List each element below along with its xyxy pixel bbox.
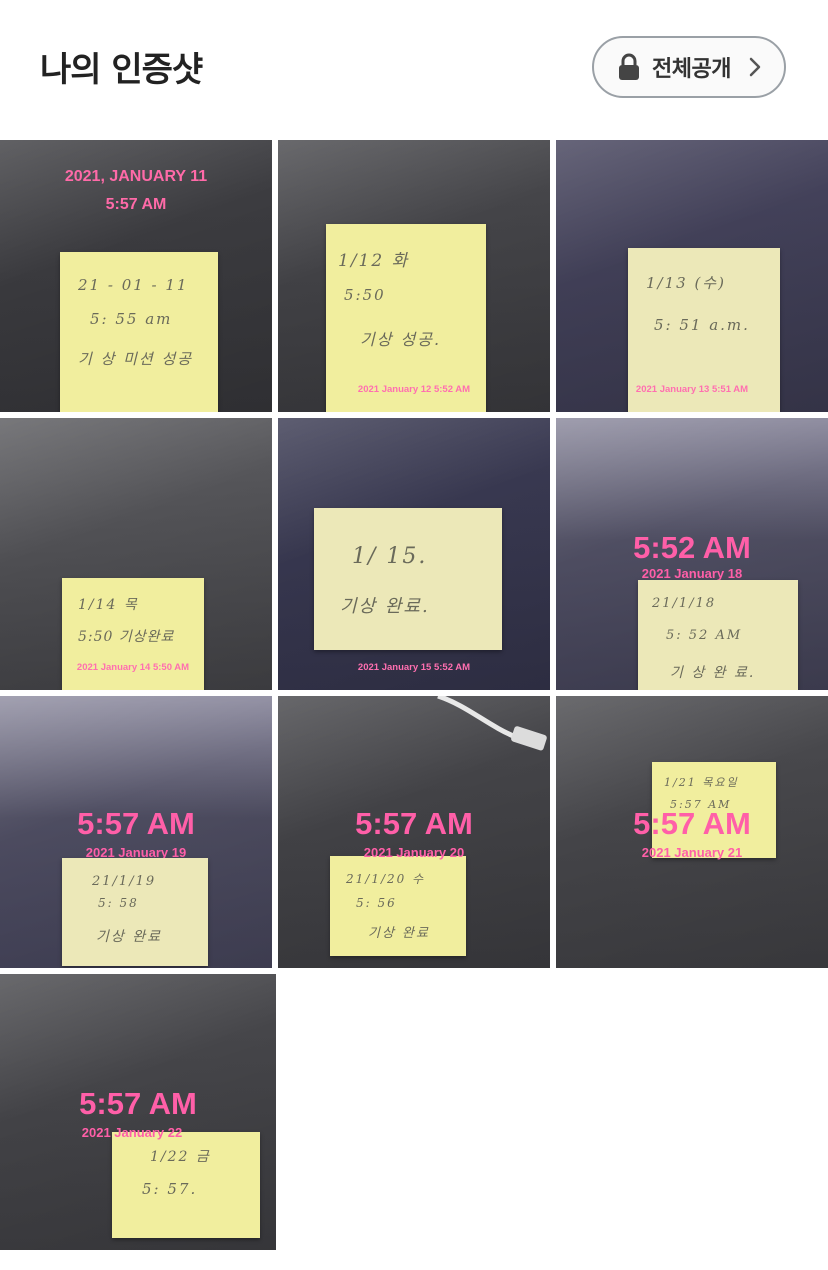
note-line: 21/1/18 bbox=[652, 596, 717, 611]
photo-stamp-date: 2021 January 22 bbox=[81, 1125, 183, 1140]
note-line: 기 상 미션 성공 bbox=[78, 350, 194, 368]
note-line: 21 - 01 - 11 bbox=[78, 276, 189, 294]
note-line: 기상 완료 bbox=[368, 926, 430, 941]
photo-tile[interactable]: 1/14 목 5:50 기상완료 2021 January 14 5:50 AM bbox=[0, 418, 272, 690]
photo-tile[interactable]: 1/13 (수) 5: 51 a.m. 2021 January 13 5:51… bbox=[556, 140, 828, 412]
visibility-label: 전체공개 bbox=[652, 57, 731, 82]
photo-stamp-time: 5:57 AM bbox=[77, 806, 195, 841]
cable-image bbox=[437, 696, 547, 751]
note-line: 1/14 목 bbox=[78, 597, 139, 613]
note-line: 1/13 (수) bbox=[646, 274, 726, 292]
photo-tile[interactable]: 5:52 AM 2021 January 18 21/1/18 5: 52 AM… bbox=[556, 418, 828, 690]
photo-stamp: 2021 January 14 5:50 AM bbox=[76, 662, 190, 673]
note-line: 1/22 금 bbox=[150, 1149, 211, 1165]
note-line: 1/21 목요일 bbox=[664, 776, 739, 789]
sticky-note: 21/1/20 수 5: 56 기상 완료 bbox=[330, 856, 466, 956]
note-line: 5: 52 AM bbox=[666, 628, 743, 643]
photo-stamp-date: 2021 January 20 bbox=[363, 845, 465, 860]
note-line: 기상 완료. bbox=[340, 596, 430, 617]
note-line: 5:50 bbox=[344, 286, 386, 304]
visibility-button[interactable]: 전체공개 bbox=[592, 36, 786, 98]
photo-stamp-time: 5:57 AM bbox=[79, 1086, 197, 1121]
note-line: 21/1/20 수 bbox=[346, 872, 426, 886]
photo-stamp: 2021 January 15 5:52 AM bbox=[357, 662, 471, 673]
note-line: 5:50 기상완료 bbox=[78, 629, 175, 645]
photo-tile[interactable]: 5:57 AM 21/1/20 수 5: 56 기상 완료 2021 Janua… bbox=[278, 696, 550, 968]
photo-stamp-line2: 5:57 AM bbox=[105, 196, 167, 213]
sticky-note: 21/1/18 5: 52 AM 기 상 완 료. bbox=[638, 580, 798, 690]
photo-tile[interactable]: 5:57 AM 1/22 금 5: 57. 2021 January 22 bbox=[0, 974, 276, 1250]
sticky-note: 1/14 목 5:50 기상완료 bbox=[62, 578, 204, 690]
note-line: 5: 55 am bbox=[90, 310, 173, 328]
sticky-note: 1/22 금 5: 57. bbox=[112, 1132, 260, 1238]
note-line: 5: 51 a.m. bbox=[654, 316, 750, 334]
photo-stamp-time: 5:57 AM bbox=[355, 806, 473, 841]
photo-tile[interactable]: 5:57 AM 2021 January 19 21/1/19 5: 58 기상… bbox=[0, 696, 272, 968]
note-line: 1/ 15. bbox=[352, 544, 428, 569]
header: 나의 인증샷 전체공개 bbox=[0, 0, 828, 140]
sticky-note: 21/1/19 5: 58 기상 완료 bbox=[62, 858, 208, 966]
note-line: 기 상 완 료. bbox=[670, 665, 756, 681]
note-line: 기상 성공. bbox=[360, 330, 442, 349]
photo-stamp-line1: 2021, JANUARY 11 bbox=[64, 168, 208, 185]
photo-stamp-date: 2021 January 18 bbox=[641, 566, 743, 581]
photo-tile[interactable]: 1/21 목요일 5:57 AM 5:57 AM 2021 January 21 bbox=[556, 696, 828, 968]
photo-stamp-date: 2021 January 21 bbox=[641, 845, 743, 860]
photo-stamp-time: 5:57 AM bbox=[633, 806, 751, 841]
note-line: 1/12 화 bbox=[338, 251, 410, 271]
photo-stamp: 2021 January 13 5:51 AM bbox=[635, 384, 749, 395]
note-line: 5: 56 bbox=[356, 896, 397, 910]
photo-stamp-time: 5:52 AM bbox=[633, 530, 751, 565]
chevron-right-icon bbox=[749, 57, 761, 77]
note-line: 5: 58 bbox=[98, 896, 139, 910]
photo-tile[interactable]: 2021, JANUARY 11 5:57 AM 21 - 01 - 11 5:… bbox=[0, 140, 272, 412]
page-title: 나의 인증샷 bbox=[40, 50, 203, 90]
note-line: 5: 57. bbox=[142, 1180, 198, 1198]
sticky-note: 21 - 01 - 11 5: 55 am 기 상 미션 성공 bbox=[60, 252, 218, 412]
note-line: 21/1/19 bbox=[92, 874, 157, 889]
note-line: 기상 완료 bbox=[96, 929, 162, 945]
sticky-note: 1/ 15. 기상 완료. bbox=[314, 508, 502, 650]
photo-tile[interactable]: 1/12 화 5:50 기상 성공. 2021 January 12 5:52 … bbox=[278, 140, 550, 412]
photo-tile[interactable]: 1/ 15. 기상 완료. 2021 January 15 5:52 AM bbox=[278, 418, 550, 690]
lock-icon bbox=[619, 53, 639, 80]
photo-stamp: 2021 January 12 5:52 AM bbox=[357, 384, 471, 395]
